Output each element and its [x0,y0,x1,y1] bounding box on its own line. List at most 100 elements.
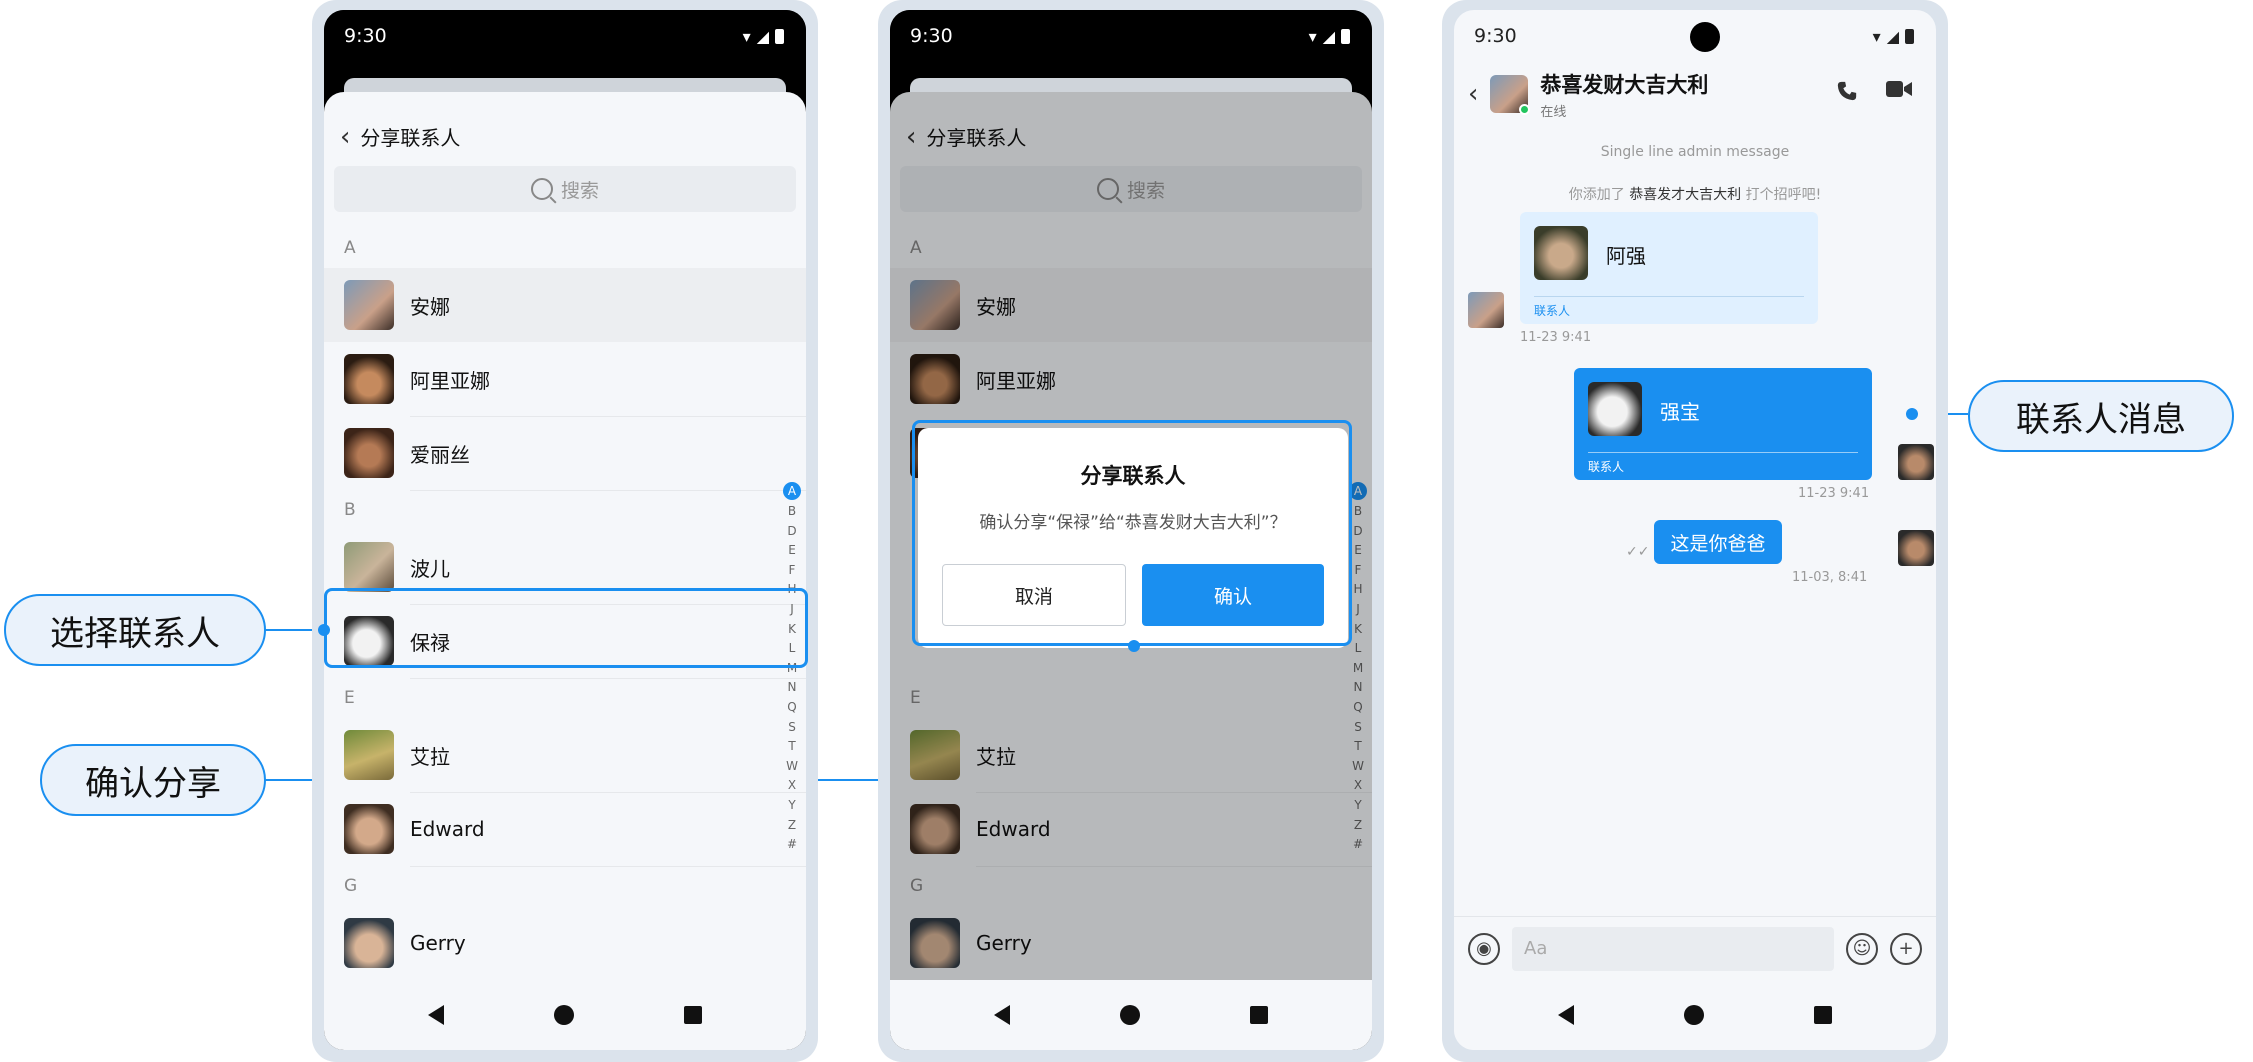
nav-back-icon[interactable] [994,1005,1010,1025]
nav-back-icon[interactable] [428,1005,444,1025]
battery-icon [775,28,784,44]
contact-name: Gerry [410,931,466,955]
contact-name: 艾拉 [410,744,450,769]
chat-title: 恭喜发财大吉大利 [1540,72,1709,97]
wifi-icon: ▾ [1308,26,1317,46]
back-icon[interactable]: ‹ [340,124,350,150]
voice-icon[interactable]: ◉ [1468,932,1500,965]
back-icon[interactable]: ‹ [1468,81,1478,107]
index-letter[interactable]: T [788,737,795,757]
phone-contact-list: 9:30 ▾ ◢ ‹ 分享联系人 搜索 A 安娜 阿里亚娜 爱丽丝 B 波儿 保… [312,0,818,1062]
avatar[interactable] [1898,530,1934,566]
message-time: 11-03, 8:41 [1792,570,1868,585]
divider [410,490,806,491]
online-status-dot [1519,104,1531,115]
avatar [344,280,394,330]
index-letter[interactable]: F [789,561,796,581]
system-nav-bar [1454,980,1936,1050]
signal-icon: ◢ [756,26,769,46]
contact-card-outgoing[interactable]: 强宝 联系人 [1574,368,1872,480]
sheet-title: 分享联系人 [360,126,461,150]
avatar [344,542,394,592]
contact-name: 波儿 [410,556,450,581]
sheet-header: ‹ 分享联系人 [340,122,460,151]
emoji-icon[interactable]: ☺ [1846,932,1878,965]
contact-name: 爱丽丝 [410,442,470,467]
index-letter[interactable]: Y [788,796,795,816]
status-time: 9:30 [910,25,953,47]
section-header-e: E [344,688,355,708]
notice-suffix: 打个招呼吧! [1745,187,1822,203]
video-call-icon[interactable] [1886,80,1912,98]
section-header-g: G [344,876,358,896]
section-header-a: A [344,238,356,258]
contact-row[interactable]: 阿里亚娜 [324,342,806,416]
nav-back-icon[interactable] [1558,1005,1574,1025]
nav-recent-icon[interactable] [1814,1006,1832,1024]
status-time: 9:30 [344,25,387,47]
signal-icon: ◢ [1322,26,1335,46]
card-label: 联系人 [1534,304,1571,318]
message-input[interactable]: Aa [1512,926,1834,971]
text-message-outgoing[interactable]: 这是你爸爸 [1654,520,1782,564]
contact-row[interactable]: Gerry [324,906,806,980]
index-letter[interactable]: A [783,482,801,500]
phone-call-icon[interactable] [1836,80,1858,102]
nav-home-icon[interactable] [1120,1005,1140,1025]
contact-row[interactable]: 安娜 [324,268,806,342]
contact-name: Edward [410,817,485,841]
section-header-b: B [344,500,356,520]
connector-dot [1128,640,1140,652]
index-letter[interactable]: Q [787,698,796,718]
callout-select-contact: 选择联系人 [4,594,266,666]
selected-contact-highlight [324,588,808,668]
battery-icon [1905,28,1914,44]
search-input[interactable]: 搜索 [334,166,796,212]
contact-picker-sheet: ‹ 分享联系人 搜索 A 安娜 阿里亚娜 爱丽丝 B 波儿 保禄 E 艾拉 Ed… [324,92,806,980]
avatar[interactable] [1898,444,1934,480]
plus-icon[interactable]: + [1890,932,1922,965]
avatar [344,804,394,854]
chat-header: ‹ 恭喜发财大吉大利 在线 [1454,62,1936,126]
chat-status: 在线 [1540,104,1567,120]
contact-name: 安娜 [410,294,450,319]
connector-dot [1906,408,1918,420]
status-bar: 9:30 ▾ ◢ [890,10,1372,62]
nav-recent-icon[interactable] [1250,1006,1268,1024]
avatar [344,918,394,968]
search-placeholder: 搜索 [560,179,599,202]
contact-card-incoming[interactable]: 阿强 联系人 [1520,212,1818,324]
nav-home-icon[interactable] [554,1005,574,1025]
nav-home-icon[interactable] [1684,1005,1704,1025]
notice-prefix: 你添加了 [1568,187,1625,203]
alphabet-index[interactable]: A B D E F H J K L M N Q S T W X Y Z # [783,482,801,855]
avatar[interactable] [1490,75,1531,115]
index-letter[interactable]: E [788,541,796,561]
avatar[interactable] [1468,292,1504,328]
connector-dot [318,624,330,636]
index-letter[interactable]: S [788,718,796,738]
contact-name: 阿里亚娜 [410,368,490,393]
index-letter[interactable]: B [788,502,796,522]
admin-message: Single line admin message [1600,144,1790,160]
battery-icon [1341,28,1350,44]
index-letter[interactable]: W [786,757,798,777]
index-letter[interactable]: # [787,835,797,855]
nav-recent-icon[interactable] [684,1006,702,1024]
phone-chat: 9:30 ▾ ◢ ‹ 恭喜发财大吉大利 在线 Single line admin … [1442,0,1948,1062]
contact-row[interactable]: 艾拉 [324,718,806,792]
index-letter[interactable]: Z [788,816,796,836]
contact-row[interactable]: 爱丽丝 [324,416,806,490]
system-nav-bar [324,980,806,1050]
card-label: 联系人 [1588,460,1625,474]
card-contact-name: 强宝 [1660,400,1700,424]
camera-cutout [1690,22,1720,52]
index-letter[interactable]: X [788,776,796,796]
status-time: 9:30 [1474,25,1517,47]
contact-row[interactable]: Edward [324,792,806,866]
status-bar: 9:30 ▾ ◢ [324,10,806,62]
card-contact-name: 阿强 [1606,244,1646,268]
index-letter[interactable]: N [788,678,797,698]
avatar [1534,226,1588,280]
index-letter[interactable]: D [787,522,796,542]
